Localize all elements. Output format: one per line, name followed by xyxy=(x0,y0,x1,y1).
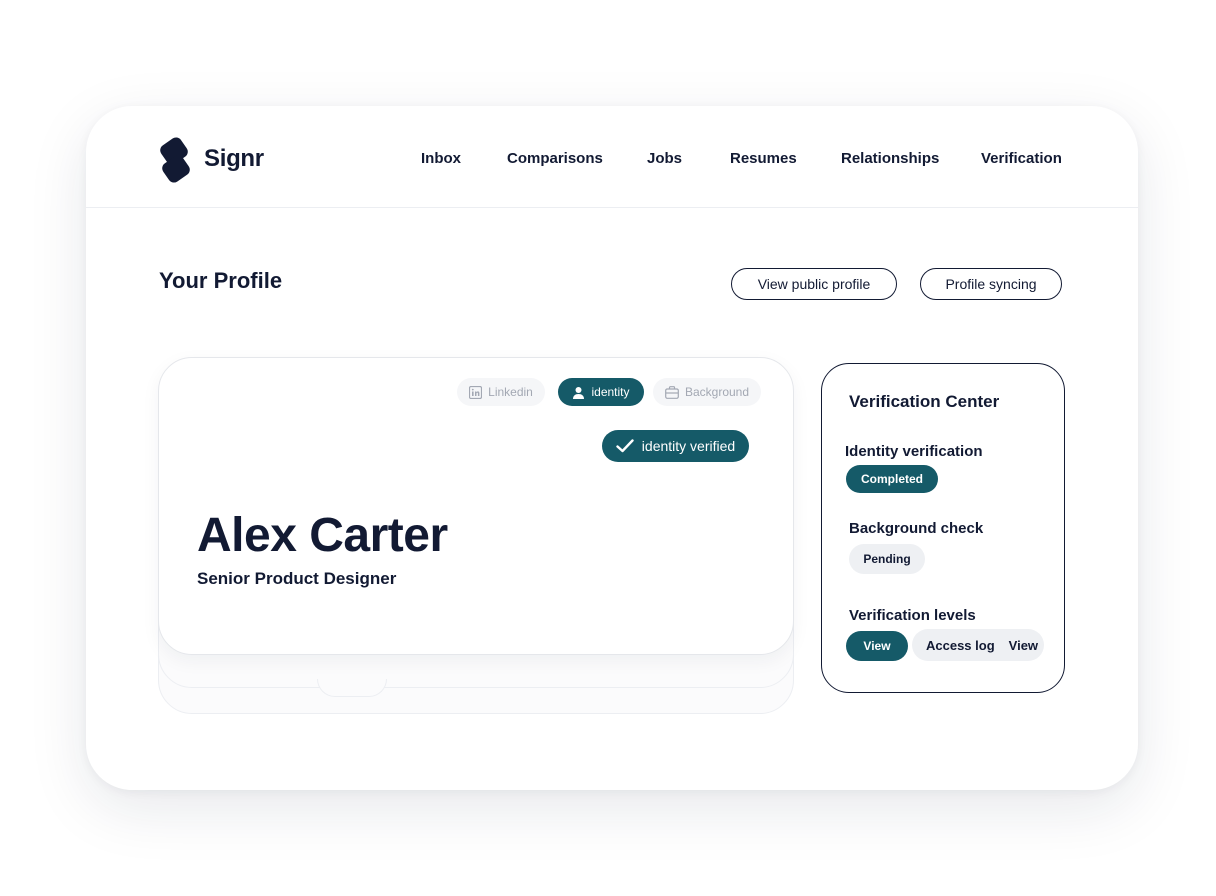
nav-item-relationships[interactable]: Relationships xyxy=(841,150,939,167)
tab-identity[interactable]: identity xyxy=(558,378,644,406)
card-stack-notch xyxy=(317,679,387,697)
access-log-group: Access log View xyxy=(912,629,1044,661)
profile-card: Linkedin identity Background identity ve… xyxy=(158,357,794,655)
identity-verification-label: Identity verification xyxy=(845,443,983,460)
profile-role: Senior Product Designer xyxy=(197,569,397,588)
top-navigation-bar: Signr Inbox Comparisons Jobs Resumes Rel… xyxy=(86,106,1138,208)
profile-syncing-button[interactable]: Profile syncing xyxy=(920,268,1062,300)
identity-verified-badge: identity verified xyxy=(602,430,749,462)
checkmark-icon xyxy=(616,439,634,453)
nav-item-verification[interactable]: Verification xyxy=(981,150,1062,167)
background-check-label: Background check xyxy=(849,520,984,537)
tab-identity-label: identity xyxy=(591,385,630,399)
briefcase-icon xyxy=(665,385,679,399)
verification-levels-view-button[interactable]: View xyxy=(846,631,908,661)
view-public-profile-button[interactable]: View public profile xyxy=(731,268,897,300)
profile-name: Alex Carter xyxy=(197,509,448,562)
tab-linkedin[interactable]: Linkedin xyxy=(457,378,545,406)
tab-background-label: Background xyxy=(684,385,750,399)
tab-background[interactable]: Background xyxy=(653,378,761,406)
background-status-badge: Pending xyxy=(849,544,925,574)
verification-center-title: Verification Center xyxy=(849,392,1000,411)
user-icon xyxy=(573,386,585,399)
page-title: Your Profile xyxy=(159,268,283,293)
verification-levels-label: Verification levels xyxy=(849,607,976,624)
nav-item-resumes[interactable]: Resumes xyxy=(730,150,797,167)
access-log-label: Access log xyxy=(926,637,995,653)
nav-item-inbox[interactable]: Inbox xyxy=(421,150,461,167)
tab-linkedin-label: Linkedin xyxy=(488,385,533,399)
nav-item-comparisons[interactable]: Comparisons xyxy=(507,150,603,167)
identity-status-badge: Completed xyxy=(846,465,938,493)
access-log-view-button[interactable]: View xyxy=(1009,638,1038,653)
main-nav: Inbox Comparisons Jobs Resumes Relations… xyxy=(86,150,1138,174)
identity-verified-label: identity verified xyxy=(641,438,736,454)
nav-item-jobs[interactable]: Jobs xyxy=(647,150,682,167)
verification-center-panel: Verification Center Identity verificatio… xyxy=(821,363,1065,693)
linkedin-icon xyxy=(469,385,483,399)
app-window: Signr Inbox Comparisons Jobs Resumes Rel… xyxy=(86,106,1138,790)
